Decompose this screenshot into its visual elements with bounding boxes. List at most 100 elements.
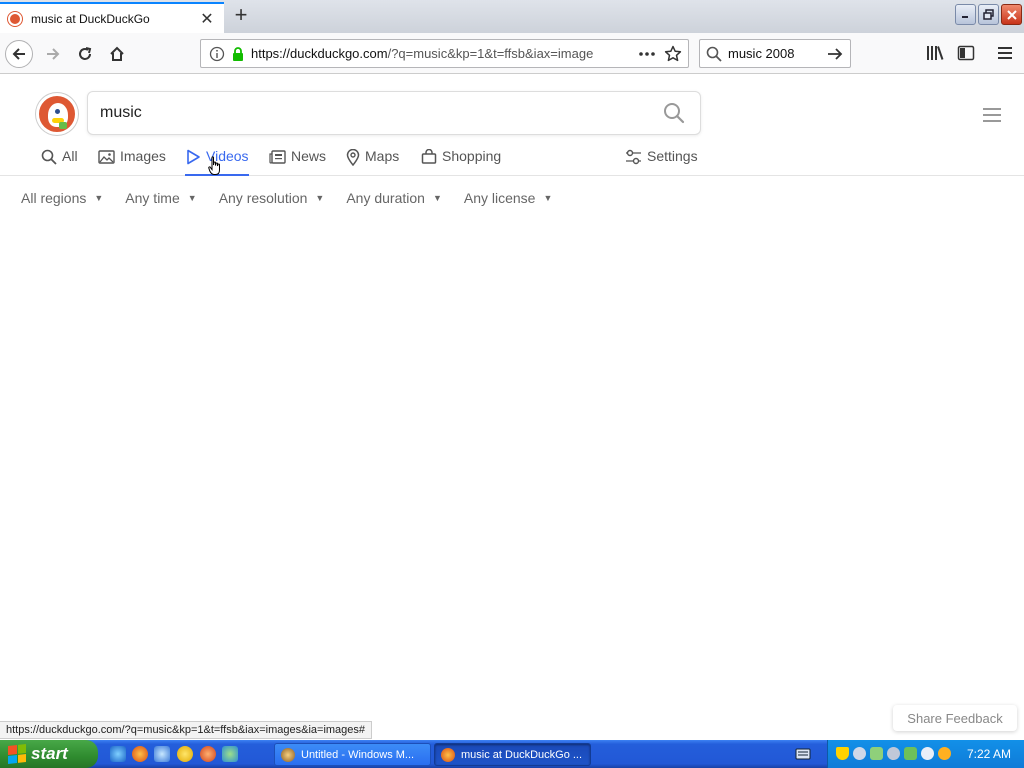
tab-shopping[interactable]: Shopping (421, 148, 501, 176)
tab-maps[interactable]: Maps (346, 148, 399, 176)
filter-license-dropdown[interactable]: Any license ▼ (464, 189, 553, 207)
duckduckgo-favicon-icon (8, 11, 22, 26)
security-shield-icon[interactable] (836, 747, 849, 760)
search-filters: All regions ▼ Any time ▼ Any resolution ▼ A… (21, 189, 574, 207)
windows-taskbar: start Untitled - Windows M... music at D… (0, 740, 1024, 768)
filter-label: Any time (125, 190, 180, 206)
search-icon[interactable] (662, 101, 686, 125)
browser-search-bar[interactable]: music 2008 (699, 39, 851, 68)
map-pin-icon (346, 149, 360, 166)
info-icon[interactable] (209, 46, 225, 62)
filter-label: Any license (463, 190, 536, 206)
url-host: https://duckduckgo.com (251, 46, 388, 61)
bookmark-star-icon[interactable] (664, 45, 682, 63)
url-bar[interactable]: https://duckduckgo.com/?q=music&kp=1&t=f… (200, 39, 689, 68)
taskbar-item-windows-movie-maker[interactable]: Untitled - Windows M... (274, 743, 431, 766)
taskbar-item-label: Untitled - Windows M... (301, 748, 415, 761)
safely-remove-hardware-icon[interactable] (904, 747, 917, 760)
forward-button[interactable] (39, 40, 67, 68)
hamburger-menu-icon[interactable] (997, 44, 1013, 62)
settings-label: Settings (647, 148, 698, 164)
network-icon[interactable] (870, 747, 883, 760)
firefox-icon (441, 747, 455, 762)
tab-label: Images (120, 148, 166, 164)
url-text: https://duckduckgo.com/?q=music&kp=1&t=f… (251, 46, 638, 61)
taskbar-clock: 7:22 AM (967, 747, 1012, 761)
volume-icon[interactable] (853, 747, 866, 760)
tab-close-icon[interactable]: ✕ (196, 8, 218, 30)
minimize-icon (962, 16, 968, 18)
internet-explorer-icon[interactable] (110, 746, 126, 762)
tab-news[interactable]: News (269, 148, 326, 176)
share-feedback-button[interactable]: Share Feedback (893, 705, 1017, 731)
url-path: /?q=music&kp=1&t=ffsb&iax=image (387, 46, 594, 61)
reload-icon (79, 47, 92, 60)
browser-search-input[interactable]: music 2008 (728, 46, 826, 61)
tab-all[interactable]: All (41, 148, 78, 176)
search-tray-icon[interactable] (938, 747, 951, 760)
logo-duck-eye (55, 109, 60, 114)
caret-down-icon: ▼ (432, 193, 442, 203)
filter-resolution-dropdown[interactable]: Any resolution ▼ (219, 189, 325, 207)
taskbar-item-firefox[interactable]: music at DuckDuckGo ... (434, 743, 591, 766)
page-menu-icon[interactable] (983, 107, 1001, 123)
arrow-left-icon (12, 48, 25, 60)
taskbar-item-label: music at DuckDuckGo ... (461, 748, 583, 761)
messenger-tray-icon[interactable] (921, 747, 934, 760)
start-button[interactable]: start (0, 740, 98, 768)
new-tab-button[interactable]: + (229, 4, 253, 28)
firefox-alt-quicklaunch-icon[interactable] (200, 746, 216, 762)
home-button[interactable] (103, 40, 131, 68)
filter-time-dropdown[interactable]: Any time ▼ (125, 189, 196, 207)
settings-sliders-icon (626, 149, 641, 165)
windows-flag-icon (8, 744, 26, 764)
image-icon (98, 150, 115, 164)
tab-label: Maps (365, 148, 400, 164)
newspaper-icon (269, 150, 286, 164)
caret-down-icon: ▼ (315, 193, 325, 203)
minimize-window-button[interactable] (955, 4, 976, 25)
settings-link[interactable]: Settings (625, 148, 698, 176)
search-input[interactable]: music (100, 104, 662, 122)
page-actions-icon[interactable] (638, 46, 656, 62)
filter-label: All regions (21, 190, 87, 206)
keyboard-language-icon[interactable] (795, 747, 811, 761)
lock-icon (233, 46, 243, 61)
filter-duration-dropdown[interactable]: Any duration ▼ (346, 189, 442, 207)
messenger-smiley-icon[interactable] (177, 746, 193, 762)
tab-label: News (291, 148, 327, 164)
outlook-express-icon[interactable] (154, 746, 170, 762)
arrow-right-icon (47, 48, 60, 60)
sidebar-toggle-icon[interactable] (957, 44, 975, 62)
tab-label: Shopping (442, 148, 502, 164)
browser-navigation-bar: https://duckduckgo.com/?q=music&kp=1&t=f… (0, 33, 1024, 74)
reload-button[interactable] (71, 40, 99, 68)
search-box[interactable]: music (87, 91, 701, 135)
firefox-quicklaunch-icon[interactable] (132, 746, 148, 762)
restore-window-button[interactable] (978, 4, 999, 25)
duckduckgo-logo[interactable] (36, 93, 78, 135)
close-window-button[interactable] (1001, 4, 1022, 25)
caret-down-icon: ▼ (543, 193, 553, 203)
logo-duck-tie (59, 122, 67, 129)
home-icon (110, 46, 124, 61)
restore-icon (983, 9, 994, 20)
tray-app-icon[interactable] (887, 747, 900, 760)
library-icon[interactable] (925, 44, 945, 62)
back-button[interactable] (5, 40, 33, 68)
filter-label: Any duration (346, 190, 425, 206)
tab-title: music at DuckDuckGo (31, 11, 150, 26)
status-bar-link-url: https://duckduckgo.com/?q=music&kp=1&t=f… (0, 721, 373, 739)
browser-tab-active[interactable]: music at DuckDuckGo ✕ (0, 2, 224, 33)
search-icon (706, 46, 722, 62)
search-go-arrow-icon[interactable] (826, 46, 844, 62)
search-icon (41, 149, 57, 165)
filter-region-dropdown[interactable]: All regions ▼ (21, 189, 103, 207)
tab-images[interactable]: Images (98, 148, 166, 176)
movie-maker-icon (281, 747, 295, 762)
filter-label: Any resolution (218, 190, 308, 206)
play-icon (187, 149, 200, 165)
caret-down-icon: ▼ (94, 193, 104, 203)
hand-pointer-cursor-icon (208, 156, 220, 175)
msn-messenger-icon[interactable] (222, 746, 238, 762)
